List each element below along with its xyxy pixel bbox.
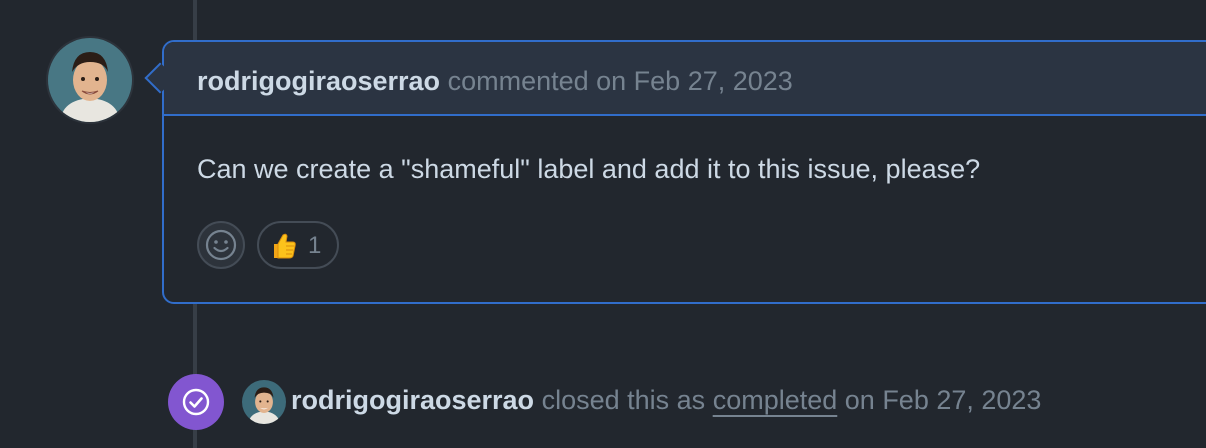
event-actor-link[interactable]: rodrigogiraoserrao: [291, 385, 534, 415]
thumbs-up-icon: [274, 233, 296, 259]
comment-author-link[interactable]: rodrigogiraoserrao: [197, 66, 440, 96]
event-timestamp[interactable]: on Feb 27, 2023: [845, 385, 1042, 415]
check-circle-icon: [182, 388, 210, 416]
comment-header: rodrigogiraoserrao commented on Feb 27, …: [164, 42, 1206, 116]
comment-body: Can we create a "shameful" label and add…: [197, 154, 981, 184]
event-prefix: closed this as: [541, 385, 706, 415]
completed-link[interactable]: completed: [713, 385, 838, 415]
comment-header-text: rodrigogiraoserrao commented on Feb 27, …: [197, 64, 793, 98]
avatar-image-icon: [48, 38, 132, 122]
closed-badge: [168, 374, 224, 430]
reaction-thumbs-up-button[interactable]: 1: [257, 221, 339, 269]
reaction-count: 1: [308, 232, 322, 259]
event-actor-avatar[interactable]: [242, 380, 286, 424]
comment-timestamp[interactable]: commented on Feb 27, 2023: [448, 66, 793, 96]
smiley-icon: [205, 229, 237, 261]
avatar[interactable]: [48, 38, 132, 122]
add-reaction-button[interactable]: [197, 221, 245, 269]
avatar-image-icon: [242, 380, 286, 424]
comment-card: rodrigogiraoserrao commented on Feb 27, …: [162, 40, 1206, 304]
closed-event-text: rodrigogiraoserrao closed this as comple…: [291, 382, 1041, 418]
